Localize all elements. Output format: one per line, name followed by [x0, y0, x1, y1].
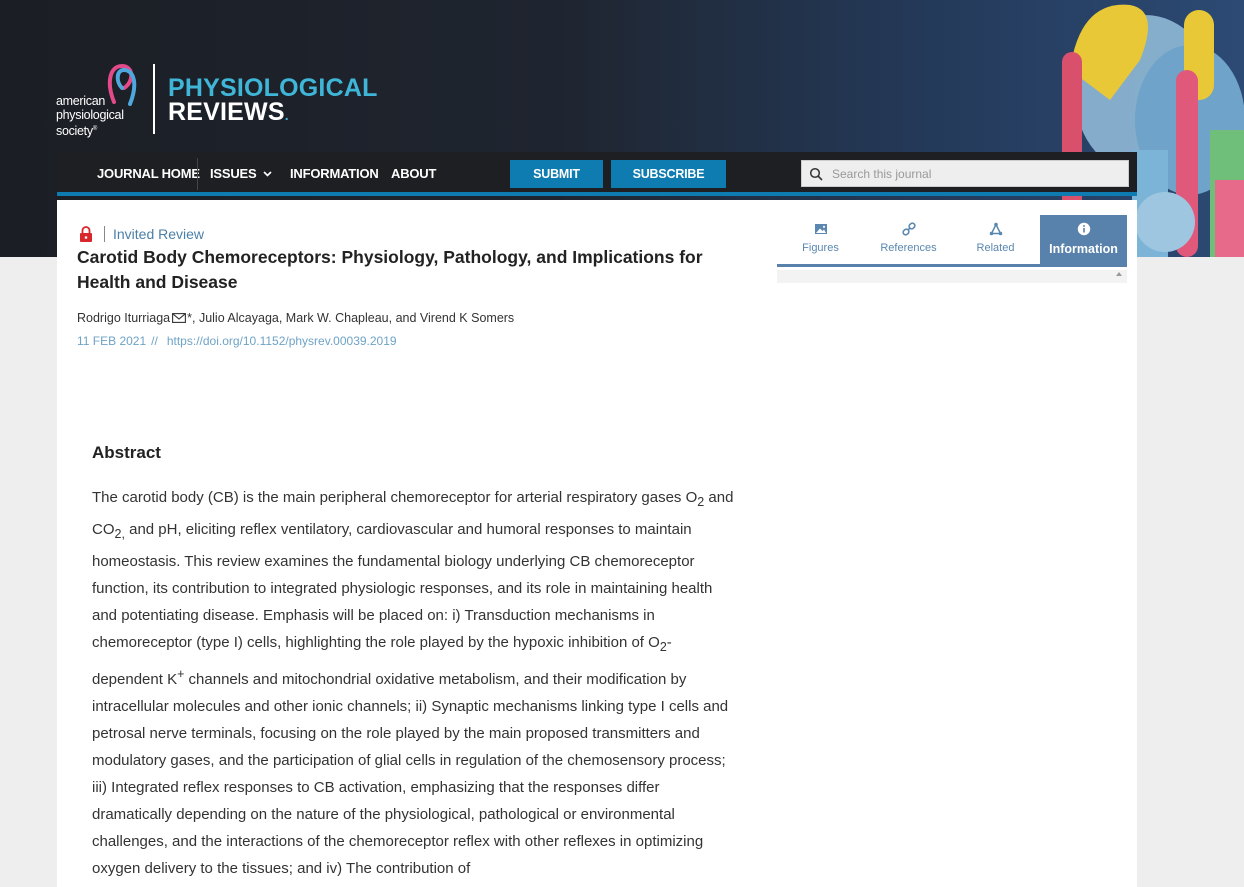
- article-type: Invited Review: [79, 226, 204, 242]
- submit-button[interactable]: SUBMIT: [510, 160, 603, 188]
- nav-issues-label: ISSUES: [210, 166, 257, 181]
- tab-information[interactable]: Information: [1040, 215, 1127, 264]
- subscribe-button[interactable]: SUBSCRIBE: [611, 160, 726, 188]
- society-line-3-text: society: [56, 124, 93, 139]
- nav-about[interactable]: ABOUT: [391, 166, 436, 181]
- article-type-label: Invited Review: [113, 226, 205, 242]
- article-tabs: Figures References Related Information: [777, 215, 1127, 267]
- tab-references[interactable]: References: [865, 215, 952, 264]
- author-link[interactable]: Julio Alcayaga, Mark W. Chapleau,: [199, 311, 392, 325]
- journal-name-mark: .: [284, 107, 289, 123]
- doi-link[interactable]: https://doi.org/10.1152/physrev.00039.20…: [167, 334, 397, 348]
- aps-logo-icon: [107, 63, 137, 106]
- author-link[interactable]: Virend K Somers: [420, 311, 514, 325]
- author-mark: *,: [187, 311, 196, 325]
- journal-name-line2-text: REVIEWS: [168, 98, 285, 126]
- envelope-icon[interactable]: [172, 313, 187, 323]
- tab-label: Related: [976, 242, 1015, 254]
- abstract-text-5: channels and mitochondrial oxidative met…: [92, 671, 729, 877]
- tab-label: References: [880, 242, 937, 254]
- author-conjunction: and: [395, 311, 417, 325]
- abstract-body: The carotid body (CB) is the main periph…: [92, 484, 740, 882]
- journal-name: PHYSIOLOGICAL REVIEWS.: [168, 76, 378, 127]
- subscript-3: 2: [659, 640, 667, 654]
- tab-related[interactable]: Related: [952, 215, 1039, 264]
- abstract-heading: Abstract: [92, 443, 161, 462]
- abstract-paragraph: The carotid body (CB) is the main periph…: [92, 484, 740, 882]
- network-icon: [989, 222, 1002, 236]
- abstract-text-3: and pH, eliciting reflex ventilatory, ca…: [92, 521, 713, 651]
- main-nav: JOURNAL HOME ISSUES INFORMATION ABOUT SU…: [57, 152, 1137, 196]
- journal-search: [801, 160, 1129, 187]
- tab-label: Information: [1049, 242, 1118, 256]
- scroll-up-arrow-icon[interactable]: [1116, 272, 1122, 276]
- journal-name-line1: PHYSIOLOGICAL: [168, 74, 378, 102]
- panel-scroll-area[interactable]: [777, 270, 1127, 283]
- society-line-2: physiological: [56, 108, 124, 122]
- tab-figures[interactable]: Figures: [777, 215, 864, 264]
- registered-mark: ®: [92, 126, 97, 132]
- publication-meta: 11 FEB 2021 // https://doi.org/10.1152/phy…: [77, 334, 397, 348]
- meta-separator: //: [151, 334, 158, 348]
- subscript-2: 2,: [114, 527, 125, 541]
- tab-label: Figures: [802, 242, 839, 254]
- nav-journal-home[interactable]: JOURNAL HOME: [97, 166, 200, 181]
- link-icon: [901, 222, 916, 236]
- image-icon: [814, 224, 827, 234]
- nav-information[interactable]: INFORMATION: [290, 166, 379, 181]
- search-icon[interactable]: [809, 167, 823, 181]
- nav-issues[interactable]: ISSUES: [210, 166, 272, 181]
- nav-divider: [197, 158, 198, 190]
- type-divider: [104, 226, 105, 242]
- article-title: Carotid Body Chemoreceptors: Physiology,…: [77, 247, 703, 292]
- publication-date: 11 FEB 2021: [77, 334, 147, 348]
- society-line-3: society®: [56, 122, 124, 138]
- lock-icon: [80, 226, 92, 242]
- journal-name-line2: REVIEWS.: [168, 100, 378, 127]
- article-content: Invited Review Carotid Body Chemorecepto…: [57, 200, 1137, 887]
- author-link[interactable]: Rodrigo Iturriaga: [77, 311, 170, 325]
- logo-divider: [153, 64, 155, 134]
- search-input[interactable]: [832, 161, 1122, 186]
- abstract-text-1: The carotid body (CB) is the main periph…: [92, 489, 698, 506]
- info-icon: [1077, 222, 1090, 236]
- chevron-down-icon: [263, 171, 272, 177]
- author-list: Rodrigo Iturriaga *, Julio Alcayaga, Mark…: [77, 311, 514, 325]
